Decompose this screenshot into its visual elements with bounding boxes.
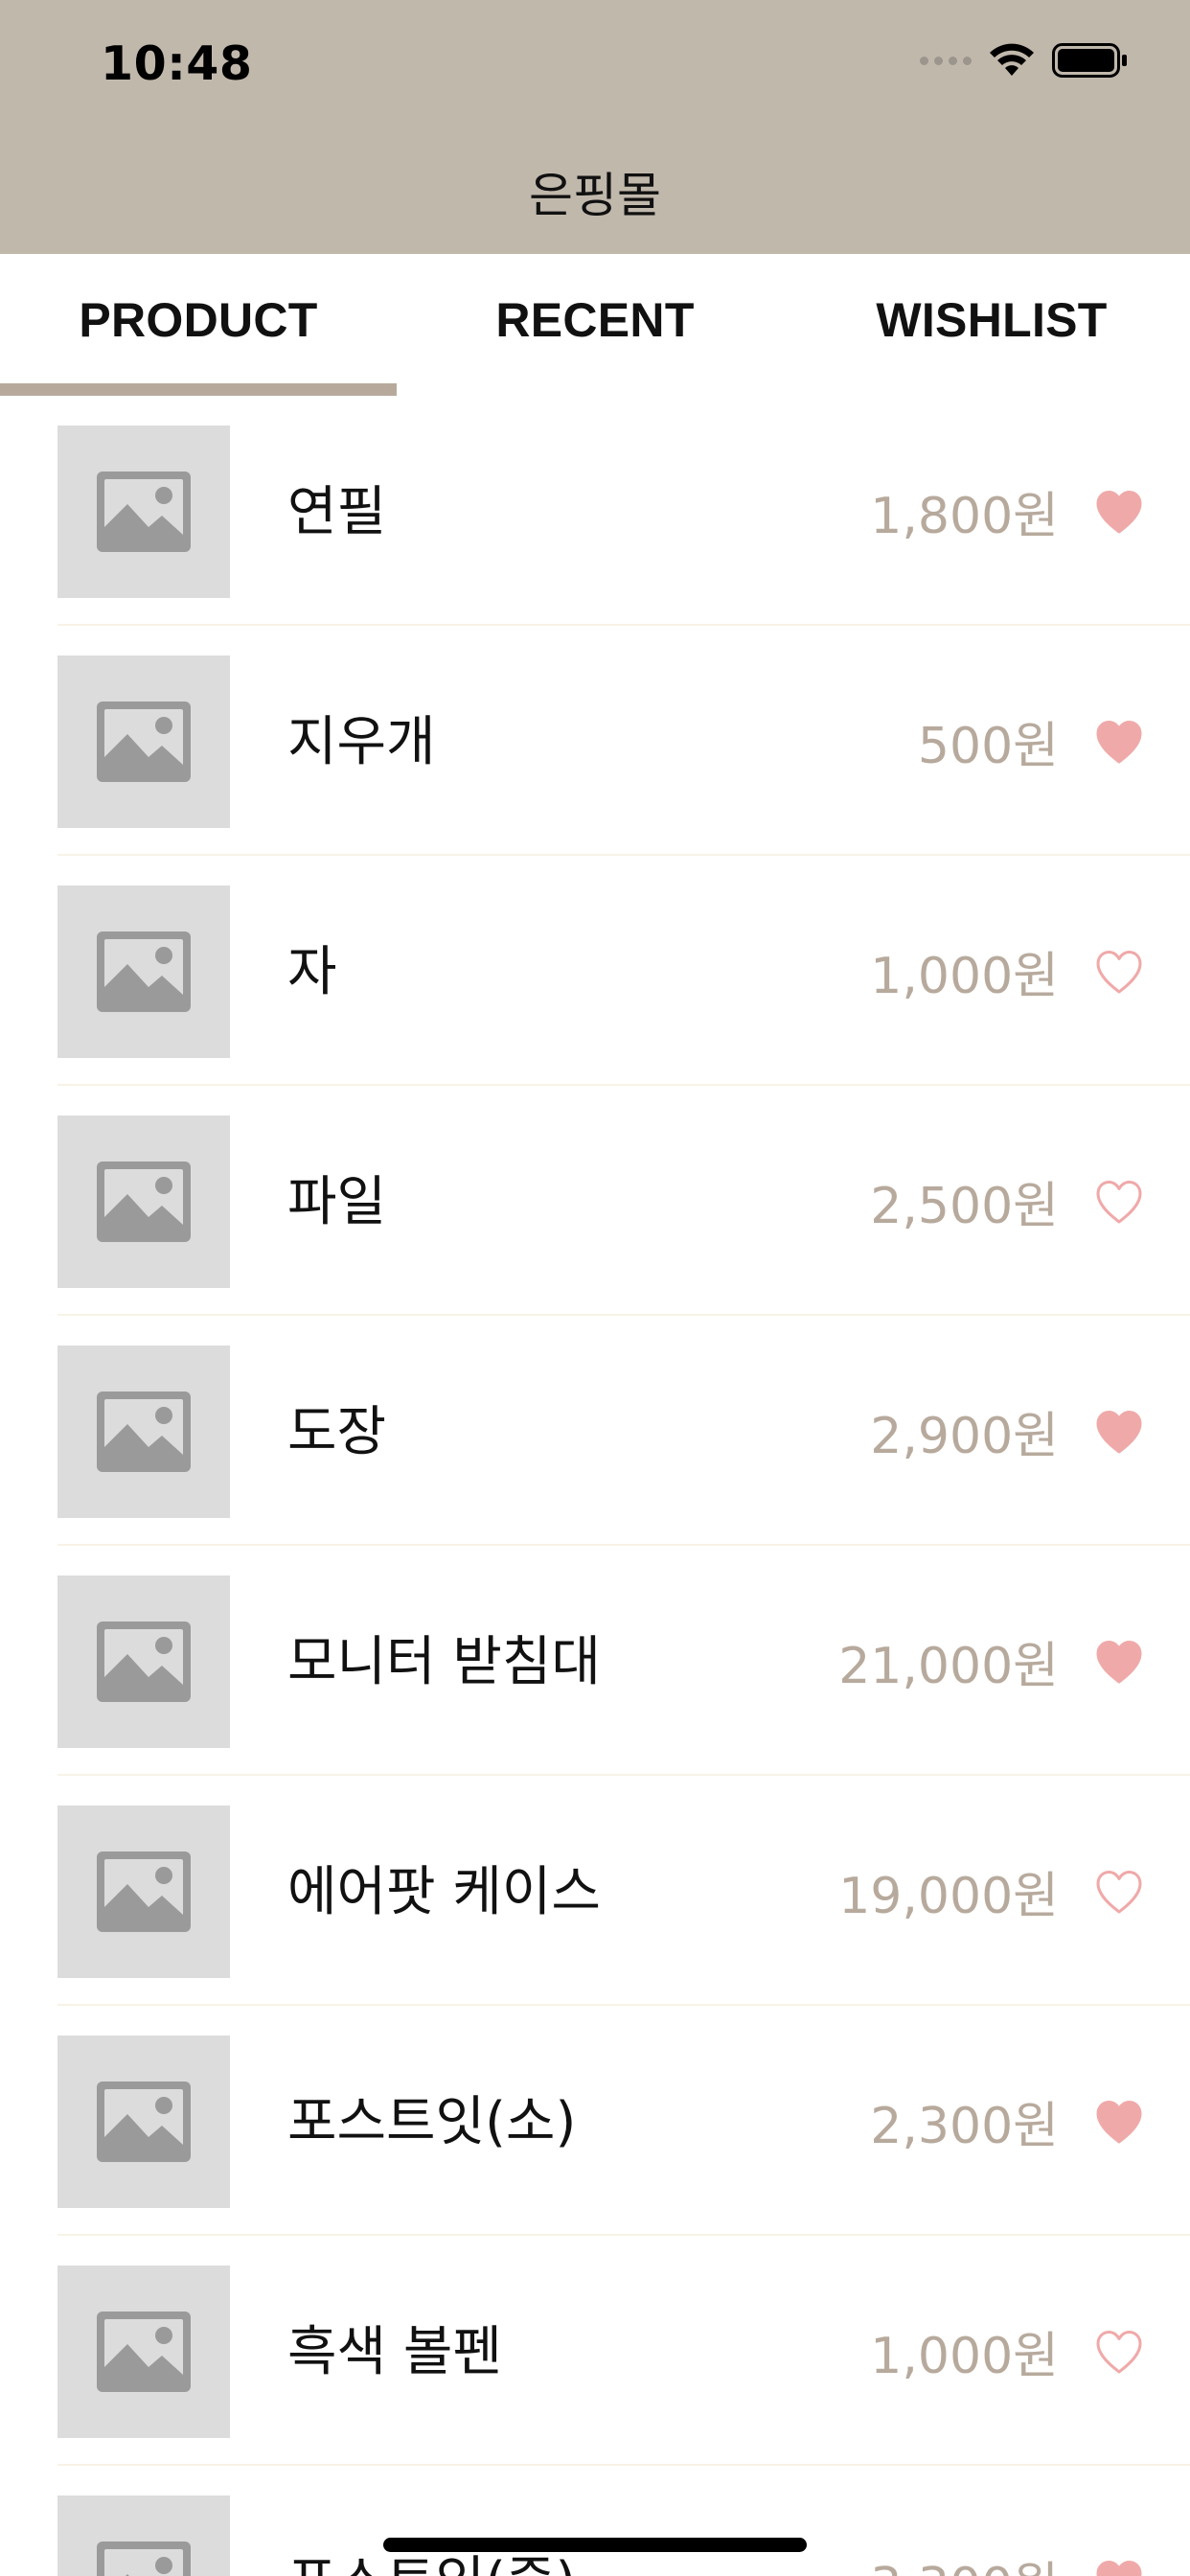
product-row[interactable]: 지우개 500원 [0,626,1190,856]
image-placeholder-icon [97,1622,191,1702]
product-price: 1,000원 [870,2328,1059,2385]
product-thumbnail [57,1576,230,1748]
status-icons [920,42,1129,79]
product-name: 포스트잇(중) [287,2552,576,2576]
image-placeholder-icon [97,2542,191,2576]
product-price: 2,900원 [870,1408,1059,1465]
heart-filled-icon[interactable] [1094,2559,1144,2576]
product-price: 2,500원 [870,1178,1059,1235]
heart-filled-icon[interactable] [1094,2099,1144,2145]
product-row[interactable]: 자 1,000원 [0,856,1190,1086]
status-bar: 10:48 [0,0,1190,134]
product-price: 21,000원 [838,1638,1059,1695]
product-price: 19,000원 [838,1868,1059,1925]
product-row[interactable]: 흑색 볼펜 1,000원 [0,2236,1190,2466]
product-name: 연필 [287,481,387,543]
product-thumbnail [57,2036,230,2208]
product-price: 1,800원 [870,488,1059,545]
heart-filled-icon[interactable] [1094,1409,1144,1455]
image-placeholder-icon [97,2082,191,2162]
tab-wishlist[interactable]: WISHLIST [793,254,1190,396]
product-row[interactable]: 도장 2,900원 [0,1316,1190,1546]
image-placeholder-icon [97,1162,191,1242]
image-placeholder-icon [97,472,191,552]
product-thumbnail [57,656,230,828]
product-thumbnail [57,2266,230,2438]
product-row[interactable]: 연필 1,800원 [0,396,1190,626]
battery-icon [1052,43,1127,78]
product-list: 연필 1,800원 지우개 500원 자 1,000원 파일 2,500원 도장… [0,396,1190,2576]
heart-filled-icon[interactable] [1094,1639,1144,1685]
navigation-bar: 은핑몰 [0,134,1190,254]
product-thumbnail [57,1346,230,1518]
product-name: 지우개 [287,711,436,773]
product-price: 2,300원 [870,2098,1059,2155]
page-title: 은핑몰 [529,168,661,223]
product-thumbnail [57,2496,230,2576]
heart-filled-icon[interactable] [1094,719,1144,765]
product-row[interactable]: 포스트잇(소) 2,300원 [0,2006,1190,2236]
heart-outline-icon[interactable] [1094,949,1144,995]
image-placeholder-icon [97,1392,191,1472]
tab-recent[interactable]: RECENT [397,254,793,396]
product-name: 자 [287,941,337,1003]
product-row[interactable]: 파일 2,500원 [0,1086,1190,1316]
selected-tab-indicator [0,383,397,396]
product-thumbnail [57,886,230,1058]
status-time: 10:48 [101,36,253,91]
home-indicator [383,2538,807,2552]
product-thumbnail [57,426,230,598]
product-thumbnail [57,1806,230,1978]
tab-product[interactable]: PRODUCT [0,254,397,396]
wifi-icon [990,43,1034,76]
product-row[interactable]: 포스트잇(중) 3,300원 [0,2466,1190,2576]
heart-outline-icon[interactable] [1094,1869,1144,1915]
image-placeholder-icon [97,932,191,1012]
heart-outline-icon[interactable] [1094,1179,1144,1225]
image-placeholder-icon [97,702,191,782]
product-name: 파일 [287,1171,387,1233]
signal-icon [920,56,972,65]
product-row[interactable]: 모니터 받침대 21,000원 [0,1546,1190,1776]
product-thumbnail [57,1116,230,1288]
tab-bar: PRODUCT RECENT WISHLIST [0,254,1190,396]
product-price: 500원 [917,718,1059,775]
product-price: 3,300원 [870,2558,1059,2576]
heart-outline-icon[interactable] [1094,2329,1144,2375]
product-name: 흑색 볼펜 [287,2321,502,2383]
image-placeholder-icon [97,1852,191,1932]
image-placeholder-icon [97,2312,191,2392]
product-name: 에어팟 케이스 [287,1861,601,1923]
product-name: 모니터 받침대 [287,1631,601,1693]
product-row[interactable]: 에어팟 케이스 19,000원 [0,1776,1190,2006]
product-price: 1,000원 [870,948,1059,1005]
product-name: 포스트잇(소) [287,2091,577,2153]
heart-filled-icon[interactable] [1094,489,1144,535]
product-name: 도장 [287,1401,387,1463]
